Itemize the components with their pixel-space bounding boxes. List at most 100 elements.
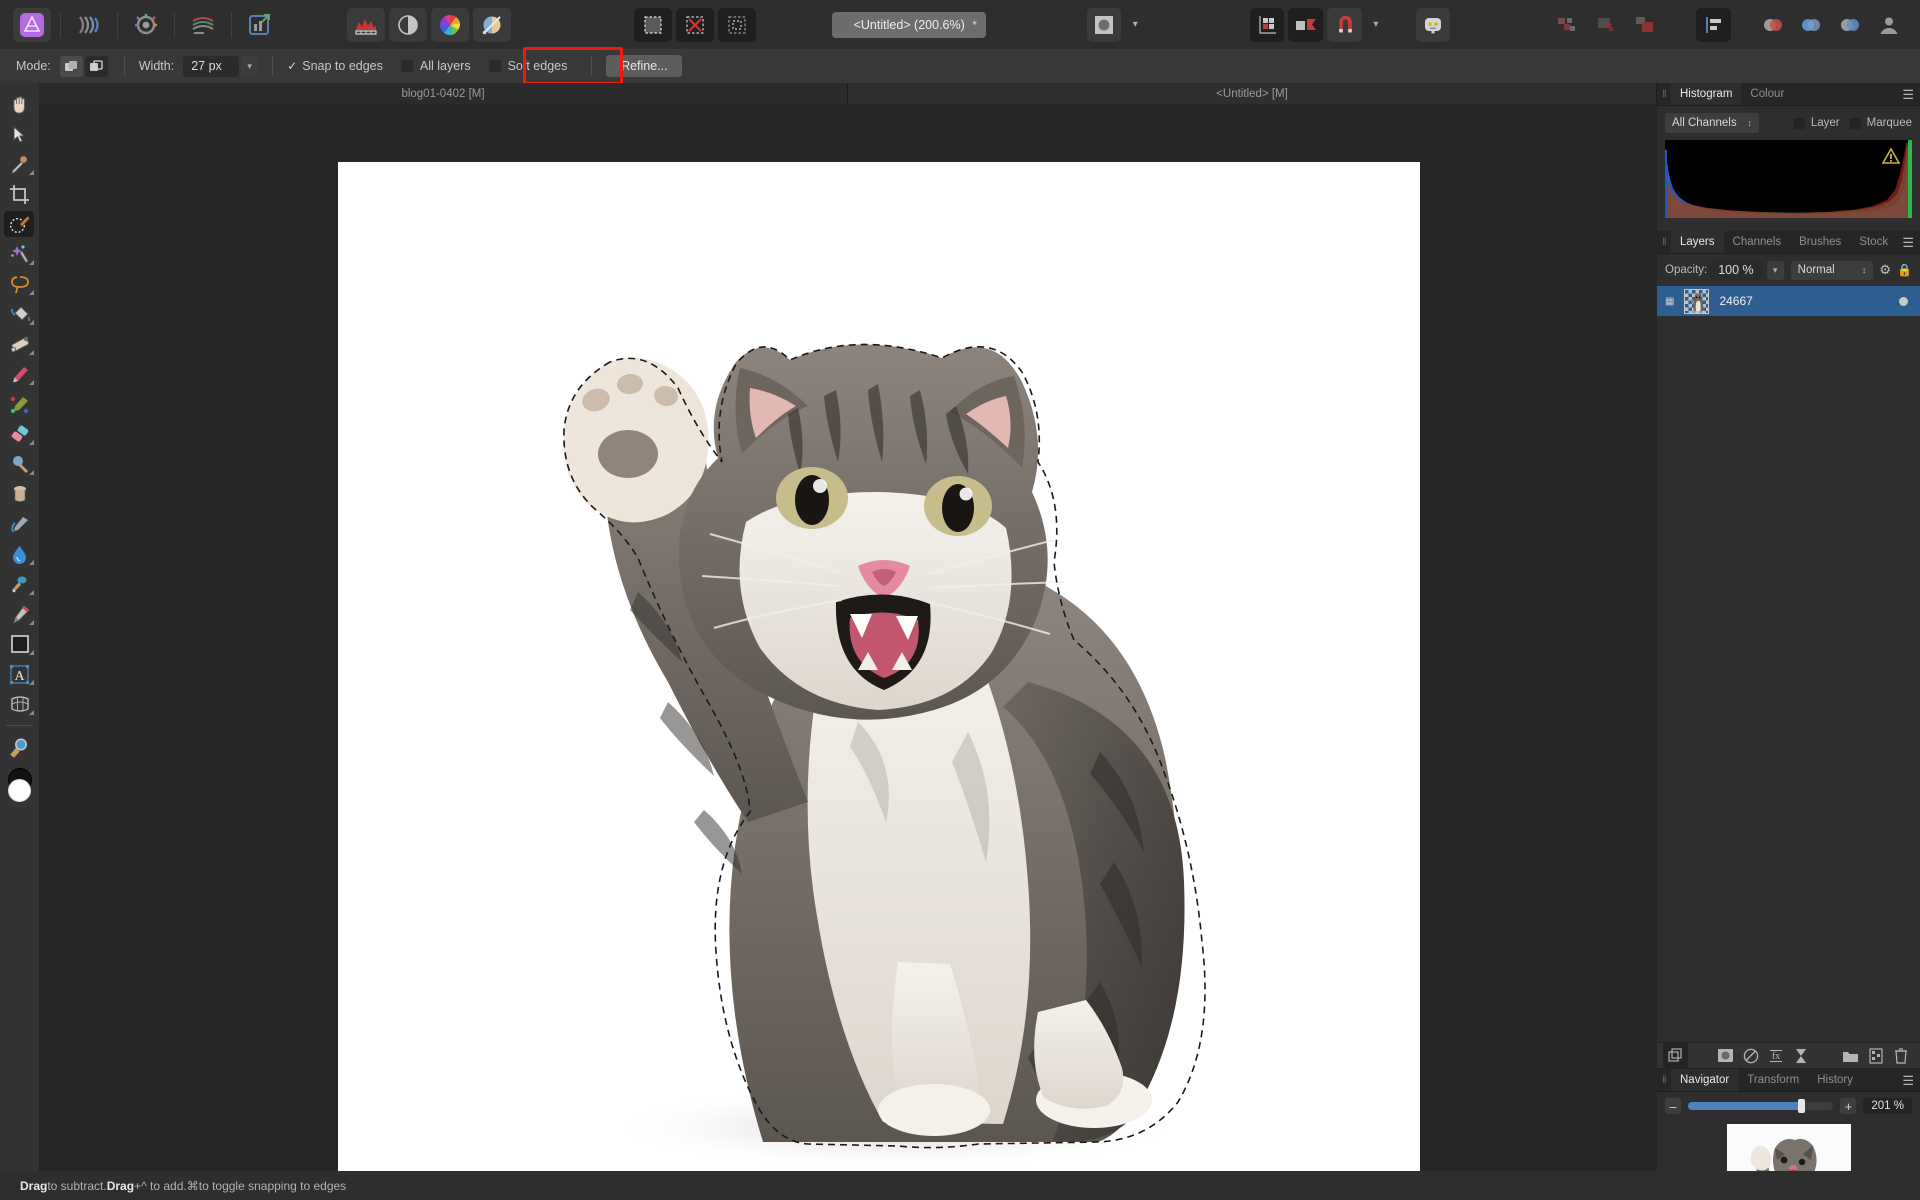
panel-grip[interactable]: ‖: [1657, 83, 1671, 105]
duplicate-layer-icon[interactable]: [1663, 1043, 1688, 1068]
snapping-grid-icon[interactable]: [1249, 7, 1285, 42]
marquee-checkbox[interactable]: [1849, 117, 1861, 129]
colour-swatches[interactable]: [0, 766, 39, 818]
panel-menu-icon[interactable]: ☰: [1902, 83, 1914, 106]
mesh-warp-tool[interactable]: [0, 689, 39, 719]
zoom-value[interactable]: 201 %: [1863, 1098, 1912, 1114]
blend-icon-2[interactable]: [1794, 8, 1829, 42]
white-balance-icon[interactable]: [472, 7, 511, 42]
zoom-in-button[interactable]: +: [1840, 1098, 1857, 1114]
zoom-slider-knob[interactable]: [1798, 1099, 1806, 1113]
width-stepper[interactable]: ▾: [241, 55, 259, 77]
layer-checkbox[interactable]: [1793, 117, 1805, 129]
smudge-brush-tool[interactable]: [0, 509, 39, 539]
doc-tab-untitled[interactable]: <Untitled> [M]: [848, 83, 1657, 104]
all-layers-checkbox[interactable]: All layers: [400, 59, 471, 73]
new-group-icon[interactable]: [1838, 1043, 1863, 1068]
layer-visibility-toggle[interactable]: ▦: [1665, 296, 1674, 307]
lock-icon[interactable]: 🔒: [1897, 263, 1912, 277]
tab-navigator[interactable]: Navigator: [1671, 1069, 1739, 1091]
clone-brush-tool[interactable]: [0, 569, 39, 599]
flood-fill-tool[interactable]: [0, 299, 39, 329]
arrange-icon-2[interactable]: [1590, 8, 1625, 42]
doc-tab-blog01[interactable]: blog01-0402 [M]: [39, 83, 848, 104]
warning-triangle-icon[interactable]: [1882, 148, 1900, 164]
snapping-panel-icon[interactable]: [1288, 7, 1324, 42]
rectangle-tool[interactable]: [0, 629, 39, 659]
freehand-selection-tool[interactable]: [0, 269, 39, 299]
colour-wheel-icon[interactable]: [430, 7, 469, 42]
delete-layer-icon[interactable]: [1888, 1043, 1913, 1068]
selection-brush-tool[interactable]: [0, 209, 39, 239]
snap-to-edges-checkbox[interactable]: ✓ Snap to edges: [287, 59, 383, 73]
mask-layer-icon[interactable]: [1713, 1043, 1738, 1068]
invert-selection-icon[interactable]: [717, 7, 756, 42]
develop-persona-icon[interactable]: [127, 8, 165, 42]
adjustment-icon[interactable]: [388, 7, 427, 42]
tone-mapping-persona-icon[interactable]: [184, 8, 222, 42]
mode-add[interactable]: [59, 55, 83, 77]
assistant-icon[interactable]: [1415, 7, 1451, 42]
arrange-icon-1[interactable]: [1551, 8, 1586, 42]
artistic-text-tool[interactable]: A: [0, 659, 39, 689]
arrange-icon-3[interactable]: [1628, 8, 1663, 42]
blur-brush-tool[interactable]: [0, 539, 39, 569]
width-input[interactable]: 27 px: [183, 55, 240, 77]
panel-grip[interactable]: ‖: [1657, 231, 1671, 253]
blend-mode-select[interactable]: Normal ↕: [1790, 260, 1874, 280]
layer-selection-indicator[interactable]: [1899, 296, 1908, 306]
erase-brush-tool[interactable]: [0, 419, 39, 449]
paint-mixer-brush-tool[interactable]: [0, 389, 39, 419]
canvas-area[interactable]: [39, 104, 1657, 1171]
tab-colour[interactable]: Colour: [1741, 83, 1793, 105]
channel-select[interactable]: All Channels ↕: [1665, 113, 1759, 133]
tab-transform[interactable]: Transform: [1738, 1069, 1808, 1091]
zoom-slider[interactable]: [1688, 1099, 1834, 1113]
panel-menu-icon[interactable]: ☰: [1902, 1069, 1914, 1092]
layer-row-24667[interactable]: ▦ 24667: [1657, 286, 1920, 316]
dodge-brush-tool[interactable]: [0, 449, 39, 479]
zoom-tool[interactable]: [0, 732, 39, 762]
tab-stock[interactable]: Stock: [1850, 231, 1897, 253]
artboard[interactable]: [338, 162, 1420, 1171]
export-persona-icon[interactable]: [241, 8, 279, 42]
flood-select-tool[interactable]: [0, 239, 39, 269]
document-title-field[interactable]: <Untitled> (200.6%) *: [832, 11, 986, 38]
fx-layer-icon[interactable]: fx: [1763, 1043, 1788, 1068]
account-icon[interactable]: [1871, 8, 1906, 42]
new-pixel-layer-icon[interactable]: [1863, 1043, 1888, 1068]
blemish-removal-tool[interactable]: [0, 479, 39, 509]
blend-icon-1[interactable]: [1755, 8, 1790, 42]
opacity-input[interactable]: 100 %: [1710, 260, 1762, 280]
paint-brush-tool[interactable]: [0, 359, 39, 389]
blend-icon-3[interactable]: [1833, 8, 1868, 42]
opacity-stepper[interactable]: ▾: [1766, 260, 1784, 280]
pen-tool[interactable]: [0, 599, 39, 629]
panel-grip[interactable]: ‖: [1657, 1069, 1671, 1091]
photo-persona-icon[interactable]: [12, 7, 51, 42]
gradient-tool[interactable]: [0, 329, 39, 359]
snapping-dropdown-icon[interactable]: ▾: [1366, 8, 1386, 42]
mask-preview-icon[interactable]: [1086, 7, 1122, 42]
deselect-icon[interactable]: [675, 7, 714, 42]
mode-subtract[interactable]: [84, 55, 108, 77]
tab-histogram[interactable]: Histogram: [1671, 83, 1742, 105]
histogram-graph[interactable]: [1665, 140, 1912, 218]
move-tool[interactable]: [0, 119, 39, 149]
crop-tool[interactable]: [0, 179, 39, 209]
liquify-persona-icon[interactable]: [70, 8, 108, 42]
adjustment-layer-icon[interactable]: [1738, 1043, 1763, 1068]
colour-picker-tool[interactable]: [0, 149, 39, 179]
histogram-icon[interactable]: [346, 7, 385, 42]
tab-brushes[interactable]: Brushes: [1790, 231, 1850, 253]
foreground-colour-swatch[interactable]: [8, 779, 31, 802]
live-filter-layer-icon[interactable]: [1788, 1043, 1813, 1068]
tab-history[interactable]: History: [1808, 1069, 1862, 1091]
align-icon[interactable]: [1696, 7, 1732, 42]
tab-layers[interactable]: Layers: [1671, 231, 1724, 253]
gear-icon[interactable]: ⚙: [1879, 262, 1891, 278]
tab-channels[interactable]: Channels: [1724, 231, 1791, 253]
zoom-out-button[interactable]: –: [1665, 1098, 1681, 1114]
magnet-snapping-icon[interactable]: [1327, 7, 1362, 42]
view-tool[interactable]: [0, 89, 39, 119]
